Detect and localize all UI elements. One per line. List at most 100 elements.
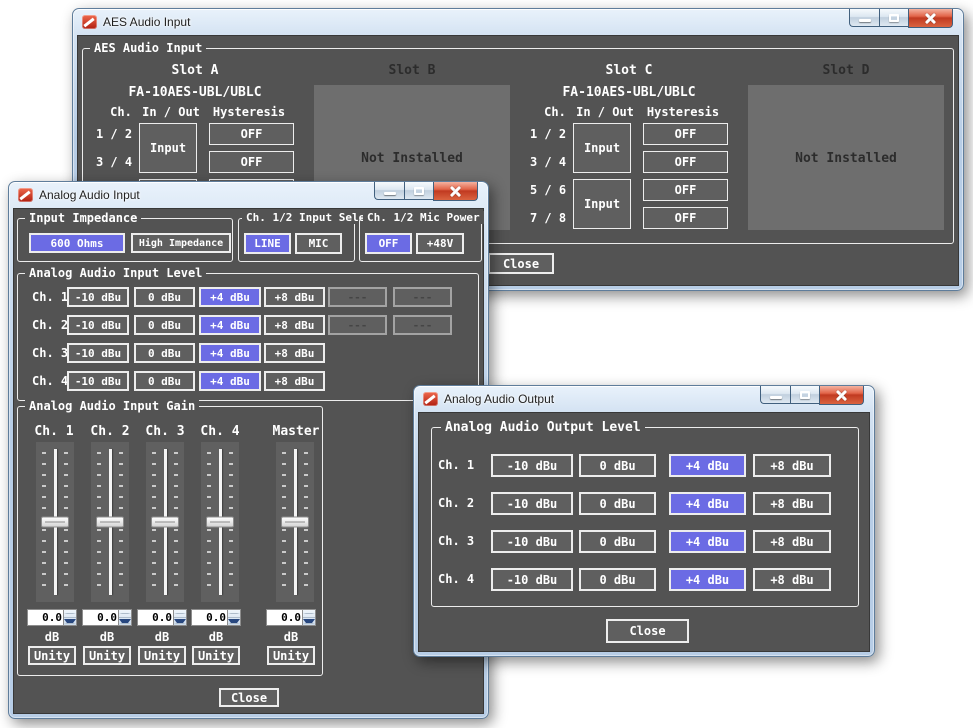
gain-slider-ch3[interactable] xyxy=(146,442,184,602)
input-select-line-button[interactable]: LINE xyxy=(244,233,291,254)
input-level-ch2-0dbu[interactable]: 0 dBu xyxy=(134,315,195,335)
gain-slider-ch1[interactable] xyxy=(36,442,74,602)
gain-spinbox-ch1[interactable]: 0.0 xyxy=(27,609,77,626)
spin-down-button[interactable] xyxy=(228,618,240,625)
output-level-ch1-0dbu[interactable]: 0 dBu xyxy=(579,454,656,477)
output-level-ch2-0dbu[interactable]: 0 dBu xyxy=(579,492,656,515)
maximize-button[interactable] xyxy=(879,9,908,27)
close-button[interactable] xyxy=(908,9,953,28)
minimize-button[interactable] xyxy=(760,386,790,404)
gain-spinbox-ch3[interactable]: 0.0 xyxy=(137,609,187,626)
input-level-ch1-minus10[interactable]: -10 dBu xyxy=(67,287,129,307)
db-unit-label: dB xyxy=(27,630,77,644)
output-level-ch3-0dbu[interactable]: 0 dBu xyxy=(579,530,656,553)
slot-a-hysteresis-button-34[interactable]: OFF xyxy=(209,151,294,173)
output-level-ch4-plus8[interactable]: +8 dBu xyxy=(753,568,831,591)
aes-close-button[interactable]: Close xyxy=(488,253,554,274)
output-level-ch1-plus8[interactable]: +8 dBu xyxy=(753,454,831,477)
output-level-ch3-plus4[interactable]: +4 dBu xyxy=(669,530,746,553)
slider-handle[interactable] xyxy=(96,517,124,528)
minimize-button[interactable] xyxy=(374,182,404,200)
input-level-ch2-plus8[interactable]: +8 dBu xyxy=(264,315,325,335)
slider-handle[interactable] xyxy=(206,517,234,528)
maximize-button[interactable] xyxy=(790,386,819,404)
output-level-ch3-label: Ch. 3 xyxy=(438,534,484,548)
slot-a-inout-button-12-34[interactable]: Input xyxy=(139,123,197,173)
output-level-ch4-plus4[interactable]: +4 dBu xyxy=(669,568,746,591)
unity-button-ch1[interactable]: Unity xyxy=(28,646,76,665)
input-level-ch3-0dbu[interactable]: 0 dBu xyxy=(134,343,195,363)
input-level-ch1-plus8[interactable]: +8 dBu xyxy=(264,287,325,307)
gain-slider-ch2[interactable] xyxy=(91,442,129,602)
slot-c-inout-button-12-34[interactable]: Input xyxy=(573,123,631,173)
slider-handle[interactable] xyxy=(151,517,179,528)
output-level-ch2-plus8[interactable]: +8 dBu xyxy=(753,492,831,515)
gain-spinbox-ch2[interactable]: 0.0 xyxy=(82,609,132,626)
spin-up-button[interactable] xyxy=(119,610,131,618)
output-level-ch3-plus8[interactable]: +8 dBu xyxy=(753,530,831,553)
slot-c-hysteresis-button-56[interactable]: OFF xyxy=(643,179,728,201)
gain-slider-master[interactable] xyxy=(276,442,314,602)
spin-up-button[interactable] xyxy=(64,610,76,618)
close-button[interactable] xyxy=(819,386,864,405)
output-level-ch1-plus4[interactable]: +4 dBu xyxy=(669,454,746,477)
spin-down-button[interactable] xyxy=(64,618,76,625)
input-select-mic-button[interactable]: MIC xyxy=(295,233,342,254)
impedance-600ohms-button[interactable]: 600 Ohms xyxy=(29,233,125,253)
output-level-ch3-minus10[interactable]: -10 dBu xyxy=(491,530,573,553)
gain-spinbox-master[interactable]: 0.0 xyxy=(266,609,316,626)
slot-c-hysteresis-button-12[interactable]: OFF xyxy=(643,123,728,145)
input-level-ch4-plus4[interactable]: +4 dBu xyxy=(199,371,261,391)
input-level-ch4-0dbu[interactable]: 0 dBu xyxy=(134,371,195,391)
gain-value-ch2[interactable]: 0.0 xyxy=(83,610,118,625)
spin-down-button[interactable] xyxy=(303,618,315,625)
slot-c-hysteresis-button-34[interactable]: OFF xyxy=(643,151,728,173)
input-level-ch3-plus8[interactable]: +8 dBu xyxy=(264,343,325,363)
gain-spinbox-ch4[interactable]: 0.0 xyxy=(191,609,241,626)
input-level-ch3-plus4[interactable]: +4 dBu xyxy=(199,343,261,363)
aes-titlebar[interactable]: AES Audio Input xyxy=(73,9,963,35)
maximize-button[interactable] xyxy=(404,182,433,200)
minimize-button[interactable] xyxy=(849,9,879,27)
output-level-ch2-minus10[interactable]: -10 dBu xyxy=(491,492,573,515)
output-level-ch4-minus10[interactable]: -10 dBu xyxy=(491,568,573,591)
mic-power-48v-button[interactable]: +48V xyxy=(416,233,464,254)
analog-output-close-button[interactable]: Close xyxy=(606,619,689,643)
mic-power-off-button[interactable]: OFF xyxy=(365,233,412,254)
gain-value-ch4[interactable]: 0.0 xyxy=(192,610,227,625)
slot-a-hysteresis-button-12[interactable]: OFF xyxy=(209,123,294,145)
output-level-ch4-0dbu[interactable]: 0 dBu xyxy=(579,568,656,591)
analog-input-close-button[interactable]: Close xyxy=(219,688,279,707)
unity-button-master[interactable]: Unity xyxy=(267,646,315,665)
gain-value-ch1[interactable]: 0.0 xyxy=(28,610,63,625)
slot-c-inout-button-56-78[interactable]: Input xyxy=(573,179,631,229)
close-button[interactable] xyxy=(433,182,478,201)
impedance-high-button[interactable]: High Impedance xyxy=(131,233,231,253)
unity-button-ch3[interactable]: Unity xyxy=(138,646,186,665)
input-level-ch4-plus8[interactable]: +8 dBu xyxy=(264,371,325,391)
input-level-ch2-minus10[interactable]: -10 dBu xyxy=(67,315,129,335)
spin-down-button[interactable] xyxy=(119,618,131,625)
input-level-ch2-plus4[interactable]: +4 dBu xyxy=(199,315,261,335)
spin-up-icon xyxy=(119,613,131,614)
input-level-ch1-plus4[interactable]: +4 dBu xyxy=(199,287,261,307)
window-title: Analog Audio Output xyxy=(444,392,554,406)
gain-value-master[interactable]: 0.0 xyxy=(267,610,302,625)
spin-up-button[interactable] xyxy=(303,610,315,618)
output-level-ch1-minus10[interactable]: -10 dBu xyxy=(491,454,573,477)
gain-slider-ch4[interactable] xyxy=(201,442,239,602)
input-level-ch1-0dbu[interactable]: 0 dBu xyxy=(134,287,195,307)
gain-ch2-label: Ch. 2 xyxy=(80,424,140,439)
unity-button-ch4[interactable]: Unity xyxy=(192,646,240,665)
slider-handle[interactable] xyxy=(41,517,69,528)
unity-button-ch2[interactable]: Unity xyxy=(83,646,131,665)
output-level-ch2-plus4[interactable]: +4 dBu xyxy=(669,492,746,515)
spin-down-button[interactable] xyxy=(174,618,186,625)
gain-value-ch3[interactable]: 0.0 xyxy=(138,610,173,625)
input-level-ch4-minus10[interactable]: -10 dBu xyxy=(67,371,129,391)
slider-handle[interactable] xyxy=(281,517,309,528)
input-level-ch3-minus10[interactable]: -10 dBu xyxy=(67,343,129,363)
spin-up-button[interactable] xyxy=(174,610,186,618)
spin-up-button[interactable] xyxy=(228,610,240,618)
slot-c-hysteresis-button-78[interactable]: OFF xyxy=(643,207,728,229)
